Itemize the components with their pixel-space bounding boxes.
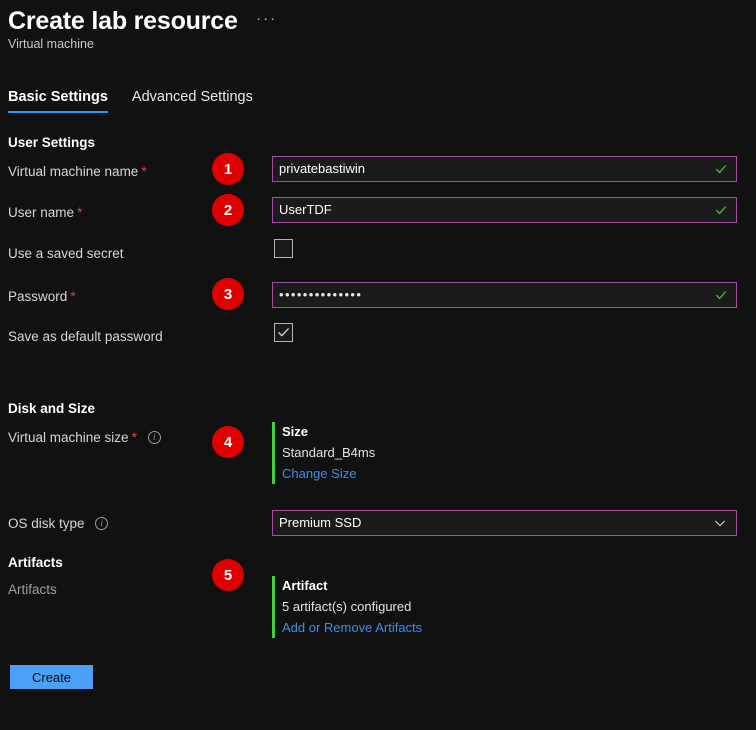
save-default-password-checkbox[interactable] xyxy=(274,323,293,342)
label-password: Password * xyxy=(8,287,76,306)
valid-check-icon xyxy=(715,206,727,215)
artifacts-card-title: Artifact xyxy=(282,578,328,593)
step-badge-5: 5 xyxy=(212,559,244,591)
checkmark-icon xyxy=(278,328,289,337)
info-icon[interactable]: i xyxy=(147,430,161,444)
label-user-name: User name * xyxy=(8,203,82,222)
page-title: Create lab resource xyxy=(8,7,238,35)
step-badge-1: 1 xyxy=(212,153,244,185)
step-badge-3: 3 xyxy=(212,278,244,310)
tab-advanced-settings[interactable]: Advanced Settings xyxy=(132,88,253,113)
user-name-input[interactable]: UserTDF xyxy=(272,197,737,223)
create-button[interactable]: Create xyxy=(10,665,93,689)
step-badge-4: 4 xyxy=(212,426,244,458)
chevron-down-icon xyxy=(715,520,725,527)
settings-tabs: Basic Settings Advanced Settings xyxy=(8,88,253,113)
label-text: Password xyxy=(8,289,68,304)
virtual-machine-name-input[interactable]: privatebastiwin xyxy=(272,156,737,182)
label-text: Virtual machine size xyxy=(8,430,129,445)
required-marker: * xyxy=(70,288,76,304)
section-heading-user-settings: User Settings xyxy=(8,135,96,150)
label-virtual-machine-name: Virtual machine name * xyxy=(8,162,147,181)
valid-check-icon xyxy=(715,165,727,174)
use-saved-secret-checkbox[interactable] xyxy=(274,239,293,258)
page-header: Create lab resource ··· xyxy=(8,6,277,36)
change-size-link[interactable]: Change Size xyxy=(282,463,375,484)
page-subtitle: Virtual machine xyxy=(8,37,94,51)
step-badge-2: 2 xyxy=(212,194,244,226)
user-name-value: UserTDF xyxy=(279,202,332,217)
label-text: User name xyxy=(8,205,75,220)
tab-basic-settings[interactable]: Basic Settings xyxy=(8,88,108,113)
add-or-remove-artifacts-link[interactable]: Add or Remove Artifacts xyxy=(282,617,422,638)
password-masked-value: •••••••••••••• xyxy=(279,287,363,302)
os-disk-type-dropdown[interactable]: Premium SSD xyxy=(272,510,737,536)
password-input[interactable]: •••••••••••••• xyxy=(272,282,737,308)
section-heading-disk-and-size: Disk and Size xyxy=(8,401,96,416)
info-icon[interactable]: i xyxy=(95,516,109,530)
label-virtual-machine-size: Virtual machine size * i xyxy=(8,428,161,447)
label-text: Virtual machine name xyxy=(8,164,139,179)
vm-size-card-value: Standard_B4ms xyxy=(282,445,376,460)
vm-size-card-title: Size xyxy=(282,424,309,439)
artifacts-card: Artifact 5 artifact(s) configured Add or… xyxy=(272,576,422,638)
artifacts-card-value: 5 artifact(s) configured xyxy=(282,599,412,614)
label-use-saved-secret: Use a saved secret xyxy=(8,246,124,261)
required-marker: * xyxy=(77,204,83,220)
virtual-machine-name-value: privatebastiwin xyxy=(279,161,365,176)
label-os-disk-type: OS disk type i xyxy=(8,515,109,533)
required-marker: * xyxy=(131,429,138,445)
valid-check-icon xyxy=(715,291,727,300)
os-disk-type-value: Premium SSD xyxy=(279,515,362,530)
required-marker: * xyxy=(141,163,147,179)
create-lab-resource-page: Create lab resource ··· Virtual machine … xyxy=(0,0,756,730)
label-artifacts: Artifacts xyxy=(8,582,57,597)
more-options-icon[interactable]: ··· xyxy=(256,11,277,26)
label-save-default-password: Save as default password xyxy=(8,329,163,344)
vm-size-card: Size Standard_B4ms Change Size xyxy=(272,422,375,484)
label-text: OS disk type xyxy=(8,516,85,531)
section-heading-artifacts: Artifacts xyxy=(8,555,63,570)
